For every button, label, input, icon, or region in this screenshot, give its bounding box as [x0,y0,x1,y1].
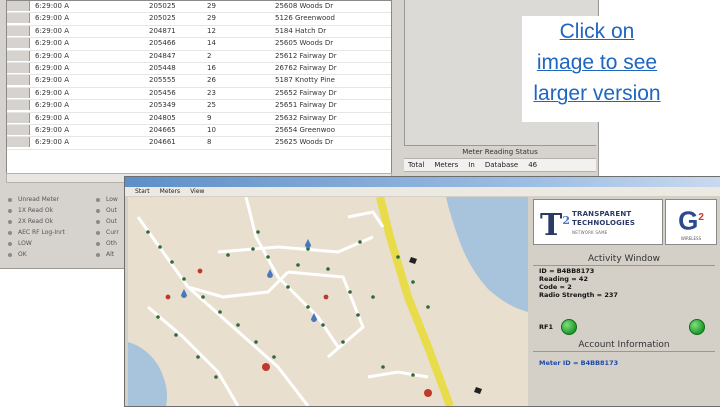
side-panel: T2 TRANSPARENT TECHNOLOGIES NETWORK SAME… [531,197,720,406]
legend-dot-icon [96,242,100,246]
legend-dot-icon [96,253,100,257]
rf-status-row: RF1 [539,319,709,335]
street [187,270,290,299]
legend-dot-icon [96,231,100,235]
street [217,235,374,254]
table-row[interactable]: 6:29:00 A 205025 29 5126 Greenwood [7,13,391,26]
table-row[interactable]: 6:29:00 A 205349 25 25651 Fairway Dr [7,100,391,113]
legend-dot-icon [96,209,100,213]
meter-grid: 6:29:00 A 205025 29 25608 Woods Dr 6:29:00 … [6,0,392,174]
rf2-status-led-icon [689,319,705,335]
activity-code: Code = 2 [539,283,572,291]
caption-line: image to see [536,51,658,74]
legend-dot-icon [8,242,12,246]
account-meter-id: Meter ID = B4BB8173 [539,359,619,367]
window-titlebar[interactable] [125,177,720,187]
table-row[interactable]: 6:29:00 A 205456 23 25652 Fairway Dr [7,87,391,101]
menu-item-view[interactable]: View [190,188,204,195]
table-row[interactable]: 6:29:00 A 205025 29 25608 Woods Dr [7,1,391,14]
legend-dot-icon [8,209,12,213]
status-item: Meters [434,161,459,169]
status-item: 46 [528,161,538,169]
table-row[interactable]: 6:29:00 A 205466 14 25605 Woods Dr [7,38,391,51]
status-row: Total Meters In Database 46 [404,158,596,172]
table-row[interactable]: 6:29:00 A 204847 2 25612 Fairway Dr [7,50,391,63]
g2-wireless-logo: G2 WIRELESS [665,199,717,245]
map-window: Start Meters View T2 TRANSPARENT TECHNOL… [124,176,720,407]
rf1-status-led-icon [561,319,577,335]
activity-reading: Reading = 42 [539,275,588,283]
activity-radio-strength: Radio Strength = 237 [539,291,618,299]
legend-dot-icon [96,220,100,224]
table-row[interactable]: 6:29:00 A 204665 10 25654 Greenwoo [7,124,391,138]
caption-line: Click on [559,20,635,43]
map-canvas[interactable] [128,197,528,406]
legend-dot-icon [8,220,12,224]
menu-bar: Start Meters View [125,187,720,196]
street [367,370,429,379]
map-view[interactable] [128,197,528,406]
pond-shape [128,342,167,406]
water-drop-icon [305,239,311,248]
legend-dot-icon [8,231,12,235]
legend-dot-icon [96,198,100,202]
table-row[interactable]: 6:29:00 A 205555 26 5187 Knotty Pine [7,75,391,88]
lake-shape [446,197,528,312]
street [287,270,365,359]
account-information-title: Account Information [533,339,715,352]
legend-dot-icon [8,253,12,257]
caption-line: larger version [533,82,661,105]
menu-item-start[interactable]: Start [135,188,150,195]
transparent-technologies-logo: T2 TRANSPARENT TECHNOLOGIES NETWORK SAME [533,199,663,245]
activity-id: ID = B4BB8173 [539,267,595,275]
rf-label: RF1 [539,323,553,331]
activity-window-title: Activity Window [533,253,715,266]
table-row[interactable]: 6:29:00 A 205448 16 26762 Fairway Dr [7,62,391,76]
table-row[interactable]: 6:29:00 A 204661 8 25625 Woods Dr [7,137,391,150]
vehicle-icon[interactable] [474,387,482,394]
vehicle-icon[interactable] [409,257,417,264]
status-item: In [468,161,475,169]
tt-logo-icon: T2 [540,208,570,243]
menu-item-meters[interactable]: Meters [160,188,181,195]
enlarge-image-link[interactable]: Click on image to see larger version [522,16,672,122]
status-item: Total [408,161,425,169]
table-row[interactable]: 6:29:00 A 204805 9 25632 Fairway Dr [7,112,391,125]
table-row[interactable]: 6:29:00 A 204871 12 5184 Hatch Dr [7,25,391,39]
water-drop-icon [181,289,187,298]
status-title: Meter Reading Status [404,145,596,158]
street [347,210,385,228]
legend-dot-icon [8,198,12,202]
water-drop-icon [267,269,273,278]
status-item: Database [484,161,519,169]
activity-window: ID = B4BB8173 Reading = 42 Code = 2 Radi… [533,267,715,341]
